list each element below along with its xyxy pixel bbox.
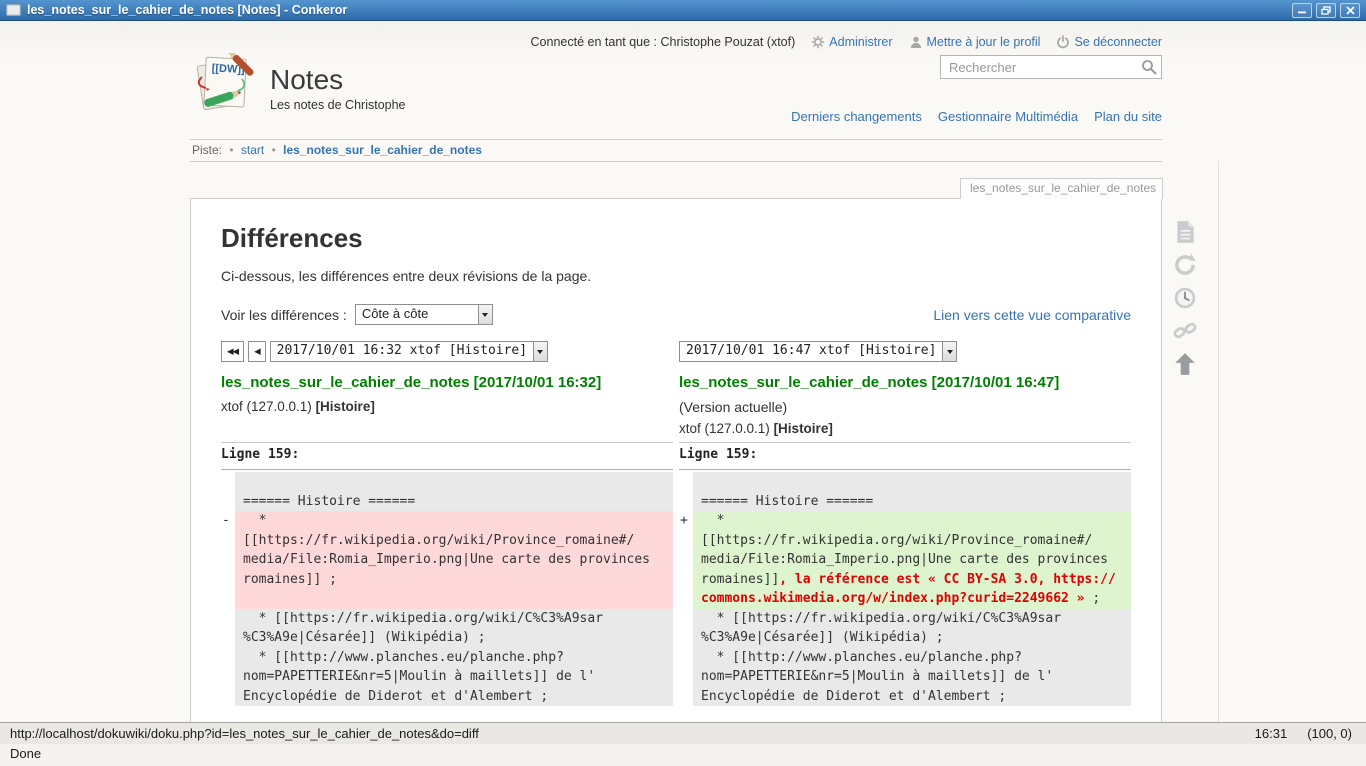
- diff-added-marker: +: [679, 511, 693, 609]
- first-revision-icon: ◀◀: [227, 346, 238, 357]
- window-titlebar: les_notes_sur_le_cahier_de_notes [Notes]…: [0, 0, 1366, 21]
- right-revision-user: xtof (127.0.0.1): [679, 421, 774, 436]
- diff-deleted-line: * [[https://fr.wikipedia.org/wiki/Provin…: [235, 511, 673, 609]
- page-tab: les_notes_sur_le_cahier_de_notes: [960, 178, 1163, 199]
- user-bar: Connecté en tant que : Christophe Pouzat…: [190, 21, 1162, 51]
- close-button[interactable]: [1340, 3, 1360, 18]
- logout-label: Se déconnecter: [1074, 35, 1162, 49]
- update-profile-label: Mettre à jour le profil: [927, 35, 1041, 49]
- restore-button[interactable]: [1316, 3, 1336, 18]
- left-revision-title-link[interactable]: les_notes_sur_le_cahier_de_notes [2017/1…: [221, 374, 673, 391]
- right-revision-header: les_notes_sur_le_cahier_de_notes [2017/1…: [679, 374, 1131, 436]
- diff-line-header-right: Ligne 159:: [679, 443, 1131, 470]
- view-mode-value: Côte à côte: [356, 305, 478, 324]
- old-revisions-icon[interactable]: [1172, 285, 1198, 311]
- status-scroll-position: (100, 0): [1307, 726, 1352, 741]
- conkeror-window: les_notes_sur_le_cahier_de_notes [Notes]…: [0, 0, 1366, 766]
- breadcrumb-start-link[interactable]: start: [241, 143, 264, 157]
- source-page-icon[interactable]: [1172, 219, 1198, 245]
- previous-revision-icon: ◀: [254, 346, 260, 357]
- admin-link[interactable]: Administrer: [811, 35, 892, 49]
- window-title: les_notes_sur_le_cahier_de_notes [Notes]…: [27, 3, 1292, 17]
- diff-deleted-marker: -: [221, 511, 235, 609]
- sitemap-link[interactable]: Plan du site: [1094, 109, 1162, 124]
- quicklinks: Derniers changements Gestionnaire Multim…: [791, 109, 1162, 124]
- logout-link[interactable]: Se déconnecter: [1056, 35, 1162, 49]
- view-mode-select[interactable]: Côte à côte: [355, 304, 493, 325]
- right-revision-history: [Histoire]: [774, 421, 833, 436]
- left-revision-select[interactable]: 2017/10/01 16:32 xtof [Histoire]: [270, 341, 548, 362]
- diff-context-bottom-left: * [[https://fr.wikipedia.org/wiki/C%C3%A…: [235, 609, 673, 707]
- recent-changes-link[interactable]: Derniers changements: [791, 109, 922, 124]
- dokuwiki-logo[interactable]: [[DW]]: [190, 53, 256, 113]
- backlinks-icon[interactable]: [1172, 318, 1198, 344]
- right-revision-value: 2017/10/01 16:47 xtof [Histoire]: [680, 342, 942, 361]
- minimize-button[interactable]: [1292, 3, 1312, 18]
- status-clock: 16:31: [1255, 726, 1288, 741]
- right-revision-select[interactable]: 2017/10/01 16:47 xtof [Histoire]: [679, 341, 957, 362]
- user-icon: [909, 35, 923, 49]
- first-revision-button[interactable]: ◀◀: [221, 341, 244, 362]
- power-icon: [1056, 35, 1070, 49]
- breadcrumb-separator: •: [229, 143, 233, 157]
- right-revision-title-link[interactable]: les_notes_sur_le_cahier_de_notes [2017/1…: [679, 374, 1131, 391]
- admin-link-label: Administrer: [829, 35, 892, 49]
- left-revision-user: xtof (127.0.0.1): [221, 399, 316, 414]
- breadcrumb-current-link[interactable]: les_notes_sur_le_cahier_de_notes: [283, 143, 482, 157]
- right-revision-meta: xtof (127.0.0.1) [Histoire]: [679, 421, 1131, 436]
- close-icon: [1346, 6, 1355, 15]
- diff-context-top-left: ====== Histoire ======: [235, 472, 673, 511]
- window-icon: [6, 4, 21, 16]
- left-revision-history: [Histoire]: [316, 399, 375, 414]
- status-url: http://localhost/dokuwiki/doku.php?id=le…: [10, 726, 1255, 741]
- back-to-top-icon[interactable]: [1172, 351, 1198, 377]
- page-tools: [1172, 219, 1198, 377]
- diff-line-header-left: Ligne 159:: [221, 443, 673, 470]
- browser-viewport: Connecté en tant que : Christophe Pouzat…: [0, 21, 1366, 722]
- breadcrumb: Piste: • start • les_notes_sur_le_cahier…: [190, 139, 1162, 162]
- search-input[interactable]: [940, 55, 1162, 79]
- view-diff-label: Voir les différences :: [221, 307, 347, 323]
- search-box: [940, 55, 1162, 79]
- restore-icon: [1321, 6, 1331, 15]
- left-revision-meta: xtof (127.0.0.1) [Histoire]: [221, 399, 673, 414]
- page-content: Différences Ci-dessous, les différences …: [190, 198, 1162, 722]
- left-revision-value: 2017/10/01 16:32 xtof [Histoire]: [271, 342, 533, 361]
- minibuffer-message: Done: [10, 746, 41, 761]
- page-title: Différences: [221, 223, 1131, 254]
- content-right-divider: [1218, 161, 1219, 722]
- diff-context-bottom-right: * [[https://fr.wikipedia.org/wiki/C%C3%A…: [693, 609, 1131, 707]
- diff-added-suffix: ;: [1085, 591, 1101, 606]
- diff-added-line: * [[https://fr.wikipedia.org/wiki/Provin…: [693, 511, 1131, 609]
- previous-revision-button[interactable]: ◀: [248, 341, 266, 362]
- update-profile-link[interactable]: Mettre à jour le profil: [909, 35, 1041, 49]
- breadcrumb-separator: •: [272, 143, 276, 157]
- left-revision-header: les_notes_sur_le_cahier_de_notes [2017/1…: [221, 374, 673, 436]
- site-header: [[DW]] Notes Les notes de Christophe: [190, 51, 1162, 135]
- current-version-label: (Version actuelle): [679, 399, 1131, 415]
- gear-icon: [811, 35, 825, 49]
- compare-view-link[interactable]: Lien vers cette vue comparative: [933, 307, 1131, 323]
- logged-in-as-text: Connecté en tant que : Christophe Pouzat…: [531, 35, 796, 49]
- media-manager-link[interactable]: Gestionnaire Multimédia: [938, 109, 1078, 124]
- chevron-down-icon: [942, 342, 956, 361]
- minimize-icon: [1297, 6, 1307, 14]
- status-bar: http://localhost/dokuwiki/doku.php?id=le…: [0, 722, 1366, 744]
- diff-context-top-right: ====== Histoire ======: [693, 472, 1131, 511]
- revert-icon[interactable]: [1172, 252, 1198, 278]
- diff-intro-text: Ci-dessous, les différences entre deux r…: [221, 268, 1131, 284]
- chevron-down-icon: [533, 342, 547, 361]
- minibuffer[interactable]: Done: [0, 744, 1366, 766]
- breadcrumb-label: Piste:: [192, 143, 222, 157]
- chevron-down-icon: [478, 305, 492, 324]
- diff-table: Ligne 159: Ligne 159: ====== Histoire ==…: [221, 442, 1131, 706]
- search-icon[interactable]: [1141, 59, 1157, 75]
